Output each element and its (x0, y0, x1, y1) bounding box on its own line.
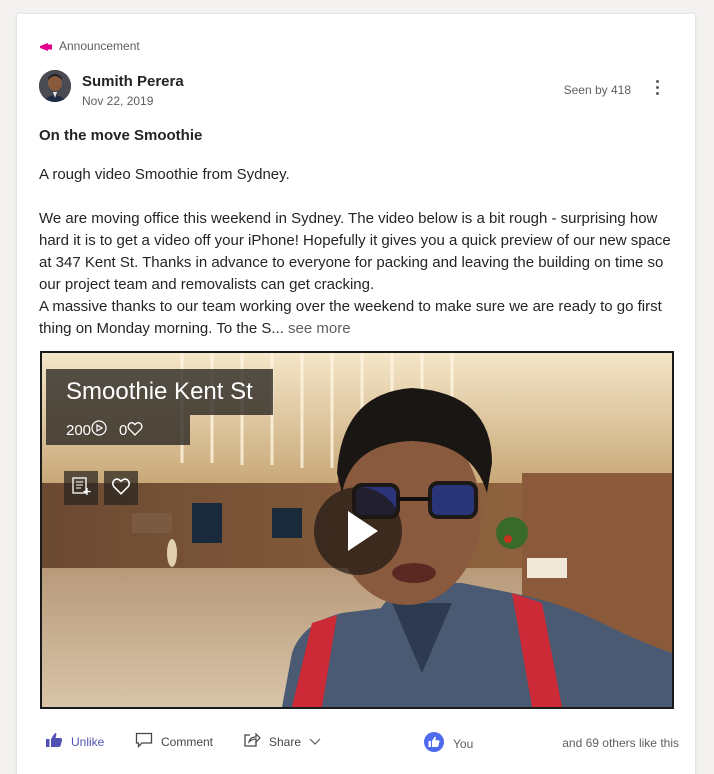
avatar[interactable] (39, 70, 71, 102)
body-paragraph: We are moving office this weekend in Syd… (39, 210, 671, 293)
you-label: You (453, 736, 474, 751)
view-count-value: 200 (66, 421, 92, 439)
post-card: Announcement Sumith Perera Nov 22, 2019 … (17, 14, 695, 774)
post-date: Nov 22, 2019 (82, 94, 154, 108)
like-count: 0 (119, 421, 143, 440)
video-title-box: Smoothie Kent St (46, 369, 273, 415)
heart-icon (127, 421, 143, 440)
like-badge-icon (424, 732, 444, 755)
video-stats: 200 0 (46, 415, 190, 445)
chevron-down-icon (309, 735, 329, 749)
unlike-label: Unlike (71, 734, 105, 749)
share-label: Share (269, 734, 302, 749)
author-name[interactable]: Sumith Perera (82, 73, 184, 90)
body-paragraph: A rough video Smoothie from Sydney. (39, 166, 290, 183)
unlike-button[interactable]: Unlike (45, 732, 104, 751)
post-title: On the move Smoothie (39, 127, 203, 144)
comment-label: Comment (161, 734, 214, 749)
liked-by[interactable]: You (424, 732, 473, 755)
play-circle-icon (91, 420, 107, 440)
share-icon (243, 732, 269, 751)
thumbs-up-icon (45, 732, 71, 751)
view-count: 200 (66, 420, 107, 440)
like-count-value: 0 (119, 421, 128, 439)
see-more-link[interactable]: see more (288, 320, 351, 337)
play-icon (314, 511, 402, 579)
share-button[interactable]: Share (243, 732, 329, 751)
announcement-tag: Announcement (39, 39, 140, 53)
post-body: A rough video Smoothie from Sydney. We a… (39, 164, 679, 340)
video-title: Smoothie Kent St (66, 378, 253, 405)
play-button[interactable] (314, 487, 402, 575)
others-like-this[interactable]: and 69 others like this (562, 736, 679, 750)
more-options-icon[interactable] (653, 78, 661, 100)
body-paragraph: A massive thanks to our team working ove… (39, 296, 679, 340)
post-actions: Unlike Comment Share You and 69 others l… (39, 732, 679, 756)
seen-count[interactable]: Seen by 418 (564, 83, 631, 97)
heart-icon (111, 477, 131, 500)
playlist-add-icon (71, 476, 91, 501)
comment-icon (135, 732, 161, 751)
megaphone-icon (39, 40, 53, 52)
announcement-label: Announcement (59, 39, 140, 53)
comment-button[interactable]: Comment (135, 732, 213, 751)
video-player[interactable]: Smoothie Kent St 200 0 (40, 351, 674, 709)
like-video-button[interactable] (104, 471, 138, 505)
add-to-playlist-button[interactable] (64, 471, 98, 505)
